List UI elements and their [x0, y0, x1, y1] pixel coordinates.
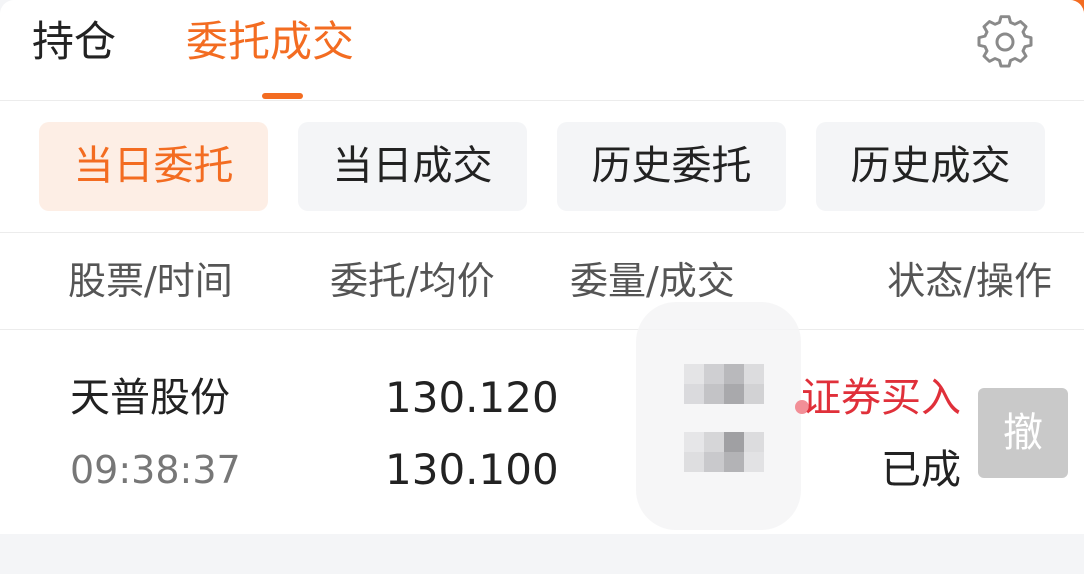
filter-today-trades[interactable]: 当日成交 — [298, 122, 527, 211]
trade-panel: 持仓 委托成交 当日委托 当日成交 历史委托 历史成交 股票/时间 委托/均价 … — [0, 0, 1084, 534]
average-price: 130.100 — [385, 445, 559, 494]
table-row[interactable]: 天普股份 09:38:37 130.120 130.100 证券买入 已成 撤 — [0, 302, 1084, 534]
gear-icon[interactable] — [976, 14, 1034, 72]
order-filter-bar: 当日委托 当日成交 历史委托 历史成交 — [0, 101, 1084, 233]
order-type: 证券买入 — [801, 375, 961, 421]
filter-today-orders[interactable]: 当日委托 — [39, 122, 268, 211]
stock-name: 天普股份 — [70, 375, 230, 421]
cancel-order-button[interactable]: 撤 — [978, 388, 1068, 478]
order-status: 已成 — [881, 447, 961, 493]
top-tab-bar: 持仓 委托成交 — [0, 0, 1084, 101]
active-tab-indicator — [262, 93, 303, 99]
redacted-quantity — [636, 302, 801, 530]
order-time: 09:38:37 — [70, 448, 241, 492]
filter-history-trades[interactable]: 历史成交 — [816, 122, 1045, 211]
column-header-qty-filled: 委量/成交 — [570, 259, 735, 303]
table-header: 股票/时间 委托/均价 委量/成交 状态/操作 — [0, 233, 1084, 330]
column-header-stock-time: 股票/时间 — [68, 259, 233, 303]
column-header-price-avg: 委托/均价 — [330, 259, 495, 303]
column-header-status-action: 状态/操作 — [887, 259, 1052, 303]
order-price: 130.120 — [385, 373, 559, 422]
tab-holdings[interactable]: 持仓 — [32, 14, 116, 70]
filter-history-orders[interactable]: 历史委托 — [557, 122, 786, 211]
tab-orders-trades[interactable]: 委托成交 — [186, 14, 354, 70]
